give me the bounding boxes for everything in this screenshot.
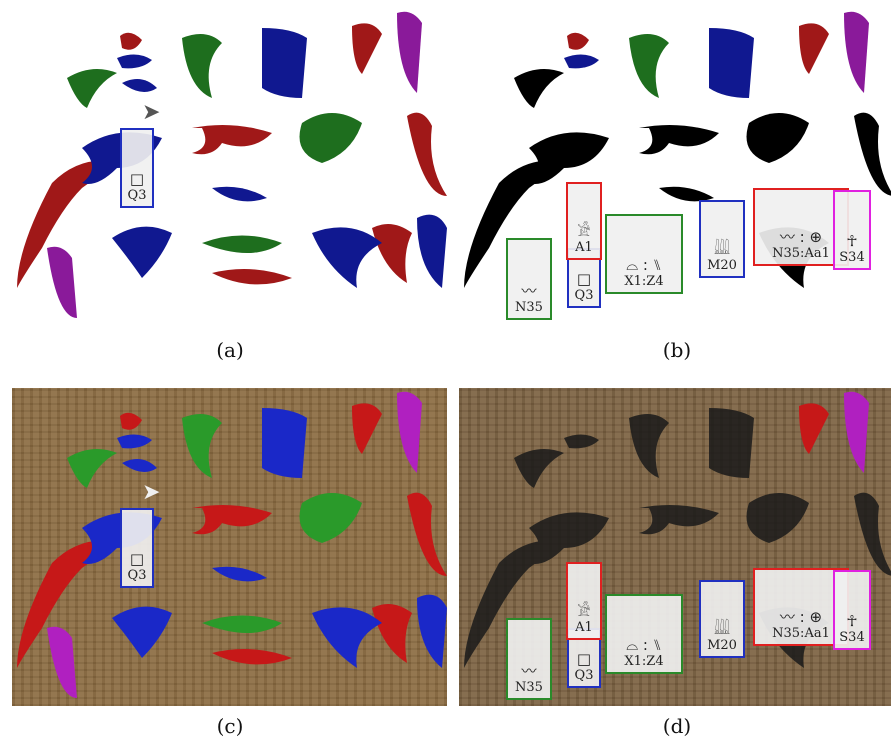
panel-d: 〰 N35 □ Q3 𓀀 A1 ⌓ : ⑊ X1:Z4 𓇏 M20 〰 : ⊕ … [459, 388, 891, 706]
s34-glyph-icon: ☥ [846, 612, 858, 630]
n35aa1-glyph-icon: 〰 : ⊕ [779, 608, 823, 626]
m20-glyph-icon: 𓇏 [713, 240, 731, 258]
caption-c: (c) [216, 714, 244, 738]
q3-glyph-icon: □ [576, 270, 592, 288]
label-a1: A1 [575, 240, 593, 255]
label-n35aa1: N35:Aa1 [772, 626, 830, 641]
label-box-s34: ☥ S34 [833, 190, 871, 270]
n35-glyph-icon: 〰 [521, 282, 537, 300]
panel-c: ➤ □ Q3 [12, 388, 447, 706]
label-n35: N35 [515, 680, 543, 695]
panel-c-strokes [17, 391, 447, 698]
mouse-pointer-icon: ➤ [142, 100, 161, 125]
m20-glyph-icon: 𓇏 [713, 620, 731, 638]
panel-a: ➤ □ Q3 [12, 8, 447, 326]
panel-b: 〰 N35 □ Q3 𓀀 A1 ⌓ : ⑊ X1:Z4 𓇏 M20 〰 : ⊕ … [459, 8, 891, 326]
q3-glyph-icon: □ [129, 170, 145, 188]
label-s34: S34 [839, 250, 865, 265]
caption-a: (a) [216, 338, 244, 362]
a1-glyph-icon: 𓀀 [577, 222, 591, 240]
label-box-n35: 〰 N35 [506, 238, 552, 320]
n35aa1-glyph-icon: 〰 : ⊕ [779, 228, 823, 246]
label-x1z4: X1:Z4 [624, 654, 664, 669]
label-box-a1-d: 𓀀 A1 [566, 562, 602, 640]
label-box-x1z4-d: ⌓ : ⑊ X1:Z4 [605, 594, 683, 674]
mouse-pointer-icon: ➤ [142, 480, 161, 505]
label-n35: N35 [515, 300, 543, 315]
x1z4-glyph-icon: ⌓ : ⑊ [626, 256, 662, 274]
label-box-s34-d: ☥ S34 [833, 570, 871, 650]
caption-b: (b) [662, 338, 692, 362]
q3-glyph-icon: □ [129, 550, 145, 568]
label-x1z4: X1:Z4 [624, 274, 664, 289]
label-q3: Q3 [127, 188, 147, 203]
a1-glyph-icon: 𓀀 [577, 602, 591, 620]
label-q3: Q3 [127, 568, 147, 583]
panel-a-strokes [17, 11, 447, 318]
label-a1: A1 [575, 620, 593, 635]
x1z4-glyph-icon: ⌓ : ⑊ [626, 636, 662, 654]
label-s34: S34 [839, 630, 865, 645]
label-q3: Q3 [574, 668, 594, 683]
label-box-a1: 𓀀 A1 [566, 182, 602, 260]
label-box-n35-d: 〰 N35 [506, 618, 552, 700]
caption-d: (d) [662, 714, 692, 738]
n35-glyph-icon: 〰 [521, 662, 537, 680]
label-box-q3-c: □ Q3 [120, 508, 154, 588]
label-n35aa1: N35:Aa1 [772, 246, 830, 261]
label-box-m20-d: 𓇏 M20 [699, 580, 745, 658]
label-box-m20: 𓇏 M20 [699, 200, 745, 278]
label-q3: Q3 [574, 288, 594, 303]
label-box-x1z4: ⌓ : ⑊ X1:Z4 [605, 214, 683, 294]
label-m20: M20 [707, 258, 737, 273]
s34-glyph-icon: ☥ [846, 232, 858, 250]
label-m20: M20 [707, 638, 737, 653]
q3-glyph-icon: □ [576, 650, 592, 668]
label-box-q3: □ Q3 [120, 128, 154, 208]
